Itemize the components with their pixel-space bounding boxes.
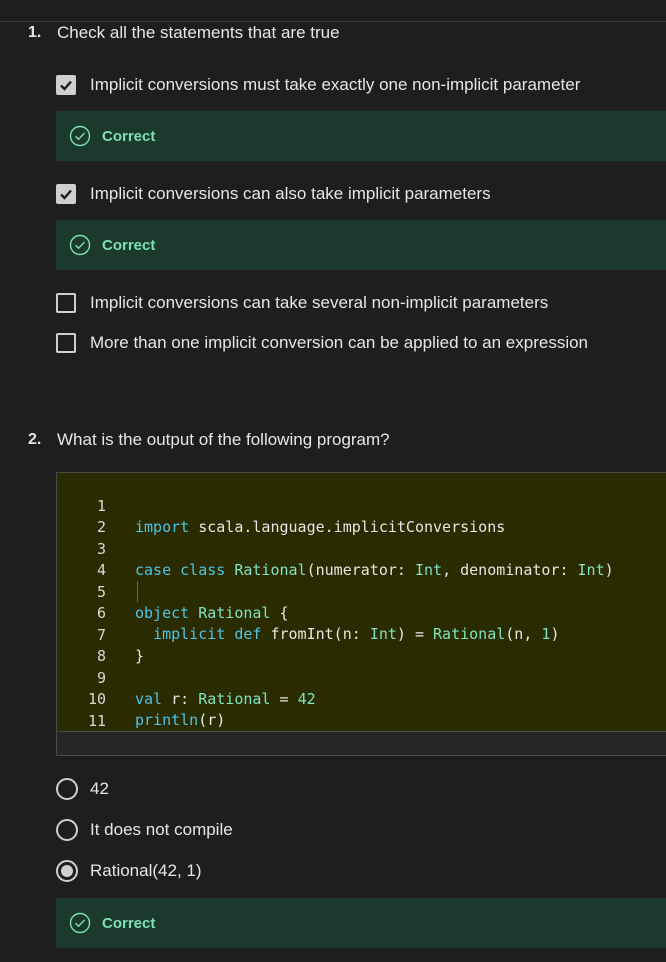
question-2-text: What is the output of the following prog…: [57, 430, 390, 449]
checkbox-checked[interactable]: [56, 75, 76, 95]
editor-footer: [56, 732, 666, 756]
q1-option-4[interactable]: More than one implicit conversion can be…: [56, 332, 656, 354]
check-circle-icon: [69, 912, 91, 934]
question-1-number: 1.: [28, 24, 42, 41]
check-circle-icon: [69, 125, 91, 147]
feedback-text: Correct: [102, 127, 156, 145]
q2-option-1[interactable]: 42: [56, 778, 656, 800]
radio-unselected[interactable]: [56, 819, 78, 841]
code-editor[interactable]: 1 import scala.language.implicitConversi…: [56, 472, 666, 732]
q1-option-2[interactable]: Implicit conversions can also take impli…: [56, 183, 656, 205]
option-label: More than one implicit conversion can be…: [90, 333, 589, 352]
feedback-text: Correct: [102, 236, 156, 254]
option-label: Implicit conversions can take several no…: [90, 293, 549, 312]
q1-option-1[interactable]: Implicit conversions must take exactly o…: [56, 74, 656, 96]
option-label: 42: [90, 779, 109, 798]
radio-unselected[interactable]: [56, 778, 78, 800]
question-1-text: Check all the statements that are true: [57, 23, 340, 42]
option-label: Implicit conversions can also take impli…: [90, 184, 491, 203]
radio-selected[interactable]: [56, 860, 78, 882]
checkmark-icon: [60, 80, 72, 91]
code-line-7: 7 }: [57, 604, 666, 665]
code-line-2: 2: [57, 496, 666, 536]
option-label: Implicit conversions must take exactly o…: [90, 75, 581, 94]
line-number: 11: [87, 712, 106, 730]
code-line-6: 6 implicit def fromInt(n: Int) = Rationa…: [57, 582, 666, 643]
checkmark-icon: [60, 189, 72, 200]
code-line-1: 1 import scala.language.implicitConversi…: [57, 475, 666, 536]
code-line-5: 5 object Rational {: [57, 561, 666, 622]
code-line-9: 9 val r: Rational = 42: [57, 647, 666, 708]
feedback-correct: Correct: [56, 111, 666, 161]
feedback-correct: Correct: [56, 220, 666, 270]
code-line-4: 4: [57, 539, 666, 579]
checkbox-unchecked[interactable]: [56, 333, 76, 353]
code-line-3: 3 case class Rational(numerator: Int, de…: [57, 518, 666, 579]
top-divider: [0, 21, 666, 22]
option-label: It does not compile: [90, 820, 233, 839]
checkbox-checked[interactable]: [56, 184, 76, 204]
checkbox-unchecked[interactable]: [56, 293, 76, 313]
feedback-text: Correct: [102, 914, 156, 932]
radio-dot: [61, 865, 73, 877]
q1-option-3[interactable]: Implicit conversions can take several no…: [56, 292, 656, 314]
option-label: Rational(42, 1): [90, 861, 202, 880]
code-line-10: 10 println(r): [57, 668, 666, 729]
check-circle-icon: [69, 234, 91, 256]
code-line-8: 8: [57, 625, 666, 665]
code-line-11: 11: [57, 690, 666, 730]
feedback-correct: Correct: [56, 898, 666, 948]
q2-option-3[interactable]: Rational(42, 1): [56, 860, 656, 882]
q2-option-2[interactable]: It does not compile: [56, 819, 656, 841]
question-2-number: 2.: [28, 431, 42, 448]
